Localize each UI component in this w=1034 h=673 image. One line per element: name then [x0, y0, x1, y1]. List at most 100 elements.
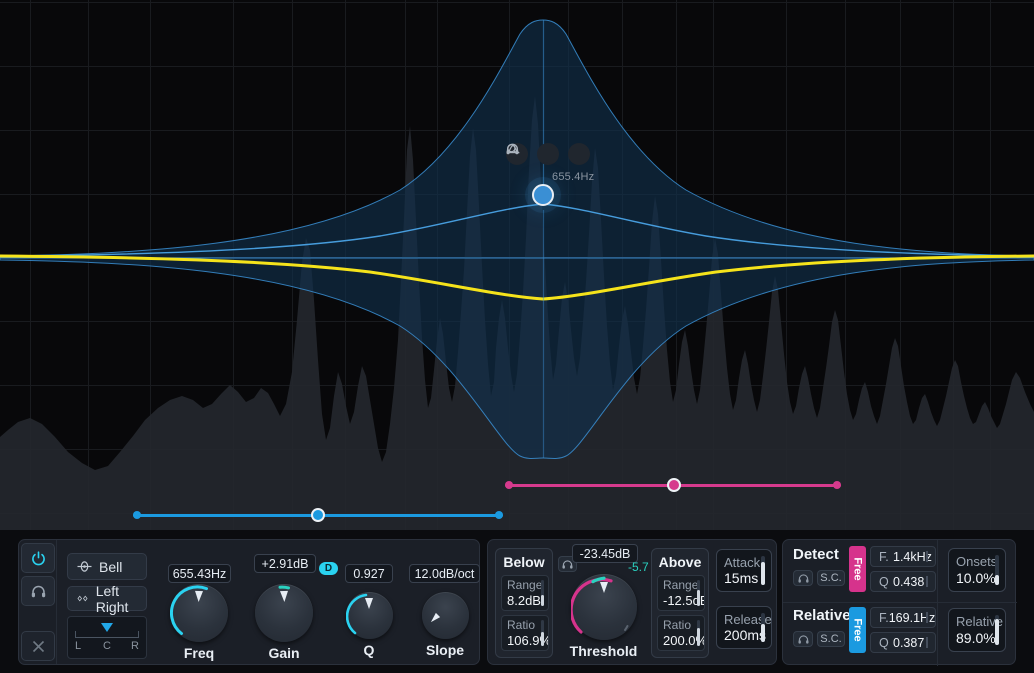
relative-q-field[interactable]: Q 0.387 [870, 632, 936, 653]
above-title: Above [652, 554, 708, 570]
gain-value[interactable]: +2.91dB [254, 554, 316, 573]
freq-knob-pointer [195, 591, 203, 602]
relative-sidechain-button[interactable]: S.C. [817, 631, 845, 647]
slope-knob-pointer [429, 613, 440, 624]
gain-dynamic-badge[interactable]: D [319, 562, 338, 575]
headphone-listen-icon[interactable] [537, 143, 559, 165]
pan-tick-right [138, 631, 139, 638]
above-ratio-name: Ratio [663, 618, 691, 632]
detect-q-key: Q [879, 575, 893, 589]
threshold-knob-label: Threshold [561, 643, 646, 659]
freq-knob[interactable] [170, 584, 228, 642]
relative-q-bar [926, 637, 928, 648]
stereo-diamonds-icon [77, 594, 89, 603]
relative-listen-button[interactable] [793, 631, 813, 647]
detect-sidechain-button[interactable]: S.C. [817, 570, 845, 586]
threshold-knob-pointer [600, 582, 608, 593]
relative-free-label: Free [852, 618, 864, 641]
detect-freq-field[interactable]: F. 1.4kHz [870, 546, 936, 567]
onsets-bar [995, 555, 999, 585]
above-ratio-field[interactable]: Ratio 200.0% [657, 615, 705, 651]
q-knob-group: Q [338, 592, 400, 658]
above-section: Above Range -12.5dB Ratio 200.0% [651, 548, 709, 658]
threshold-knob[interactable] [571, 574, 637, 640]
gain-knob-group: Gain [245, 584, 323, 661]
relative-freq-field[interactable]: F. 169.1Hz [870, 607, 936, 628]
slider-cap-right-magenta [833, 481, 841, 489]
attack-bar [761, 556, 765, 585]
detect-freq-bar [926, 551, 928, 562]
relative-free-tab[interactable]: Free [849, 607, 866, 653]
bell-shape-icon[interactable] [568, 143, 590, 165]
relative-amount-field[interactable]: Relative 89.0% [948, 608, 1006, 652]
attack-value: 15ms [724, 570, 758, 586]
pan-label-right: R [131, 640, 139, 652]
band-channel-label: Left Right [96, 583, 137, 615]
release-bar [761, 613, 765, 642]
q-value[interactable]: 0.927 [345, 564, 393, 583]
detect-vertical-divider [937, 540, 938, 666]
pan-marker[interactable] [101, 623, 113, 632]
q-knob[interactable] [346, 592, 393, 639]
relative-q-value: 0.387 [893, 636, 924, 650]
above-range-field[interactable]: Range -12.5dB [657, 575, 705, 611]
below-section: Below Range 8.2dB Ratio 106.9% [495, 548, 553, 658]
freq-value[interactable]: 655.43Hz [168, 564, 231, 583]
control-bar: Bell Left Right L C R [0, 530, 1034, 673]
onsets-value: 10.0% [956, 570, 996, 586]
detect-q-field[interactable]: Q 0.438 [870, 571, 936, 592]
gain-knob-pointer [280, 591, 288, 602]
pan-label-center: C [103, 640, 111, 652]
detect-divider [783, 602, 1017, 603]
relative-freq-bar [926, 612, 928, 623]
detection-panel: Detect S.C. Free F. 1.4kHz Q 0.438 [782, 539, 1016, 665]
below-range-field[interactable]: Range 8.2dB [501, 575, 549, 611]
slope-value[interactable]: 12.0dB/oct [409, 564, 480, 583]
band-rail [19, 540, 57, 664]
dynamics-panel: Below Range 8.2dB Ratio 106.9% [487, 539, 777, 665]
detect-free-label: Free [852, 557, 864, 580]
gain-knob-label: Gain [245, 645, 323, 661]
band-channel-select[interactable]: Left Right [67, 586, 147, 611]
band-range-slider-blue[interactable] [133, 508, 503, 522]
detect-free-tab[interactable]: Free [849, 546, 866, 592]
slider-cap-left-magenta [505, 481, 513, 489]
gain-knob[interactable] [255, 584, 313, 642]
band-frequency-label: 655.4Hz [552, 171, 594, 183]
band-power-button[interactable] [21, 543, 55, 573]
pan-tick-left [75, 631, 76, 638]
below-title: Below [496, 554, 552, 570]
slider-knob-magenta[interactable] [667, 478, 681, 492]
band-envelope-upper [0, 20, 1034, 258]
detect-title: Detect [793, 546, 839, 563]
relative-freq-value: 169.1Hz [889, 611, 936, 625]
band-handle[interactable] [532, 184, 554, 206]
slider-knob-blue[interactable] [311, 508, 325, 522]
onsets-field[interactable]: Onsets 10.0% [948, 548, 1006, 592]
attack-field[interactable]: Attack 15ms [716, 549, 772, 592]
slope-knob[interactable] [422, 592, 469, 639]
above-ratio-bar [697, 620, 700, 646]
band-pan-strip[interactable]: L C R [67, 616, 147, 659]
relative-title: Relative [793, 607, 851, 624]
release-value: 200ms [724, 627, 766, 643]
detect-listen-button[interactable] [793, 570, 813, 586]
pan-label-left: L [75, 640, 81, 652]
slope-knob-group: Slope [414, 592, 476, 658]
band-shape-label: Bell [99, 559, 122, 575]
band-shape-select[interactable]: Bell [67, 553, 147, 580]
band-solo-headphone-button[interactable] [21, 576, 55, 606]
below-ratio-name: Ratio [507, 618, 535, 632]
band-delete-button[interactable] [21, 631, 55, 661]
release-field[interactable]: Release 200ms [716, 606, 772, 649]
detect-q-bar [926, 576, 928, 587]
below-ratio-field[interactable]: Ratio 106.9% [501, 615, 549, 651]
eq-spectrum-graph[interactable]: 655.4Hz [0, 0, 1034, 530]
graph-canvas [0, 0, 1034, 530]
slider-cap-left-blue [133, 511, 141, 519]
above-range-bar [697, 580, 700, 606]
below-range-name: Range [507, 578, 542, 592]
relative-amount-value: 89.0% [956, 630, 996, 646]
relative-amount-bar [995, 615, 999, 645]
band-range-slider-magenta[interactable] [505, 478, 841, 492]
